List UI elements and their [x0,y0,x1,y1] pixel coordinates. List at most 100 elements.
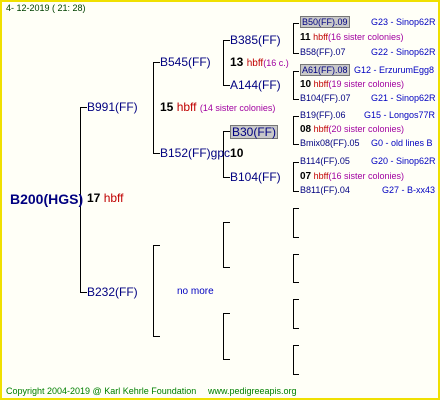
leaf-count: 11 [300,32,311,43]
b152-label: B152(FF)gpc [160,146,231,160]
connector [223,222,224,267]
connector [293,23,299,24]
connector [293,191,299,192]
leaf-stats-4: 07 hbff(16 sister colonies) [300,172,404,182]
leaf-b811-info: G27 - B-xx43 [382,185,436,195]
connector [223,40,224,85]
connector [293,162,294,191]
leaf-stats-1: 11 hbff(16 sister colonies) [300,33,403,43]
connector [293,345,294,374]
b385-stats: 13 hbff(16 c.) [230,56,289,69]
b991-hbff: hbff [176,100,197,114]
connector [293,208,294,237]
leaf-b50[interactable]: B50(FF).09 [300,16,350,28]
connector [293,208,299,209]
connector [293,282,299,283]
node-b152[interactable]: B152(FF)gpc10 [160,147,243,159]
b991-stats: 15 hbff (14 sister colonies) [160,101,275,113]
connector [293,299,294,328]
leaf-sisters: (16 sister colonies) [328,171,405,181]
date-stamp: 4- 12-2019 ( 21: 28) [6,3,86,13]
leaf-b104-07[interactable]: B104(FF).07 [300,94,351,103]
leaf-a61-label: A61(FF).08 [300,64,350,76]
leaf-b50-info: G23 - Sinop62R [371,17,436,27]
connector [293,254,294,282]
leaf-b50-label: B50(FF).09 [300,16,350,28]
connector [223,131,230,132]
connector [153,153,160,154]
connector [293,71,299,72]
connector [293,23,294,53]
node-b545[interactable]: B545(FF) [160,56,211,68]
connector [223,359,230,360]
connector [293,99,299,100]
root-hbff: hbff [103,191,124,205]
connector [80,107,87,108]
node-b104[interactable]: B104(FF) [230,171,281,183]
node-b30[interactable]: B30(FF) [230,125,279,139]
root-node-label[interactable]: B200(HGS) [10,192,83,206]
connector [293,374,299,375]
connector [223,177,230,178]
connector [293,299,299,300]
connector [223,313,230,314]
leaf-bmix08[interactable]: Bmix08(FF).05 [300,139,360,148]
leaf-b58-info: G22 - Sinop62R [371,47,436,57]
connector [153,336,160,337]
connector [293,345,299,346]
node-a144[interactable]: A144(FF) [230,79,281,91]
connector [293,116,294,144]
leaf-sisters: (19 sister colonies) [328,79,405,89]
root-count: 17 [87,191,101,205]
no-more-label: no more [177,286,214,297]
connector [293,144,299,145]
b991-count: 15 [160,100,174,114]
connector [153,62,154,153]
connector [293,254,299,255]
leaf-hbff: hbff [313,32,328,42]
b385-sisters: (16 c.) [263,58,289,68]
leaf-b811[interactable]: B811(FF).04 [300,186,350,195]
connector [153,245,154,336]
connector [293,53,299,54]
footer-copyright: Copyright 2004-2019 @ Karl Kehrle Founda… [6,386,197,396]
b385-count: 13 [230,55,244,69]
leaf-stats-2: 10 hbff(19 sister colonies) [300,80,404,90]
leaf-sisters: (16 sister colonies) [327,32,404,42]
connector [293,116,299,117]
leaf-a61[interactable]: A61(FF).08 [300,64,350,76]
root-stats: 17 hbff [87,192,124,204]
node-b232[interactable]: B232(FF) [87,286,138,298]
connector [223,40,230,41]
connector [153,62,160,63]
leaf-count: 08 [300,124,312,135]
b152-count: 10 [230,146,244,160]
node-b991[interactable]: B991(FF) [87,101,138,113]
leaf-b19[interactable]: B19(FF).06 [300,111,346,120]
connector [293,71,294,99]
connector [223,313,224,359]
leaf-hbff: hbff [313,171,329,181]
connector [80,292,87,293]
leaf-a61-info: G12 - ErzurumEgg8 [354,65,435,75]
leaf-count: 07 [300,171,312,182]
leaf-sisters: (20 sister colonies) [328,124,405,134]
leaf-b58[interactable]: B58(FF).07 [300,48,346,57]
leaf-count: 10 [300,79,312,90]
leaf-b19-info: G15 - Longos77R [364,110,436,120]
connector [153,245,160,246]
connector [293,328,299,329]
leaf-b104-07-info: G21 - Sinop62R [371,93,436,103]
connector [223,85,230,86]
connector [293,237,299,238]
b991-sisters: (14 sister colonies) [199,103,276,113]
footer-url[interactable]: www.pedigreeapis.org [208,387,297,396]
connector [293,162,299,163]
leaf-stats-3: 08 hbff(20 sister colonies) [300,125,404,135]
connector [223,267,230,268]
leaf-b114[interactable]: B114(FF).05 [300,157,350,166]
connector [223,222,230,223]
b385-hbff: hbff [246,58,264,69]
node-b385[interactable]: B385(FF) [230,34,281,46]
leaf-bmix08-info: G0 - old lines B [371,138,433,148]
